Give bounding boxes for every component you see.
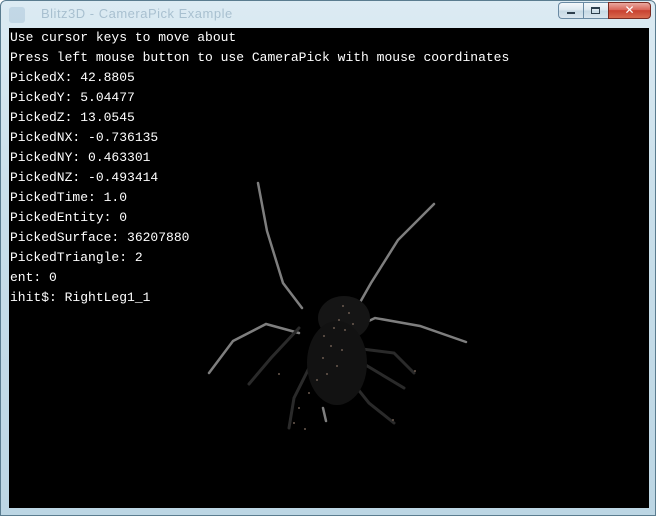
instructions-line: Use cursor keys to move about bbox=[10, 30, 237, 45]
window-bottom-border bbox=[1, 506, 655, 515]
picked-entity-line: PickedEntity: 0 bbox=[10, 210, 128, 225]
render-viewport[interactable]: Use cursor keys to move about Press left… bbox=[9, 28, 649, 508]
picked-x-line: PickedX: 42.8805 bbox=[10, 70, 135, 85]
spider-leg bbox=[352, 316, 468, 344]
caption-buttons: ✕ bbox=[558, 2, 651, 20]
close-button[interactable]: ✕ bbox=[608, 2, 651, 19]
close-icon: ✕ bbox=[624, 3, 635, 17]
picked-surface-line: PickedSurface: 36207880 bbox=[10, 230, 190, 245]
console-output: Use cursor keys to move about Press left… bbox=[9, 28, 509, 308]
picked-time-line: PickedTime: 1.0 bbox=[10, 190, 128, 205]
ihit-line: ihit$: RightLeg1_1 bbox=[10, 290, 151, 305]
app-icon bbox=[9, 7, 25, 23]
picked-triangle-line: PickedTriangle: 2 bbox=[10, 250, 143, 265]
app-window: Blitz3D - CameraPick Example ✕ Use curso… bbox=[0, 0, 656, 516]
spider-leg bbox=[247, 326, 301, 386]
minimize-icon bbox=[567, 12, 575, 14]
maximize-icon bbox=[591, 7, 600, 14]
ent-line: ent: 0 bbox=[10, 270, 57, 285]
minimize-button[interactable] bbox=[558, 2, 583, 19]
instructions-line: Press left mouse button to use CameraPic… bbox=[10, 50, 510, 65]
picked-nx-line: PickedNX: -0.736135 bbox=[10, 130, 159, 145]
window-title: Blitz3D - CameraPick Example bbox=[41, 6, 233, 21]
maximize-button[interactable] bbox=[583, 2, 608, 19]
spider-leg bbox=[207, 322, 301, 375]
picked-ny-line: PickedNY: 0.463301 bbox=[10, 150, 151, 165]
title-bar[interactable]: Blitz3D - CameraPick Example ✕ bbox=[1, 1, 655, 28]
spider-abdomen bbox=[307, 321, 367, 405]
picked-z-line: PickedZ: 13.0545 bbox=[10, 110, 135, 125]
picked-nz-line: PickedNZ: -0.493414 bbox=[10, 170, 159, 185]
spider-leg bbox=[321, 406, 328, 423]
picked-y-line: PickedY: 5.04477 bbox=[10, 90, 135, 105]
spider-leg bbox=[287, 366, 311, 430]
